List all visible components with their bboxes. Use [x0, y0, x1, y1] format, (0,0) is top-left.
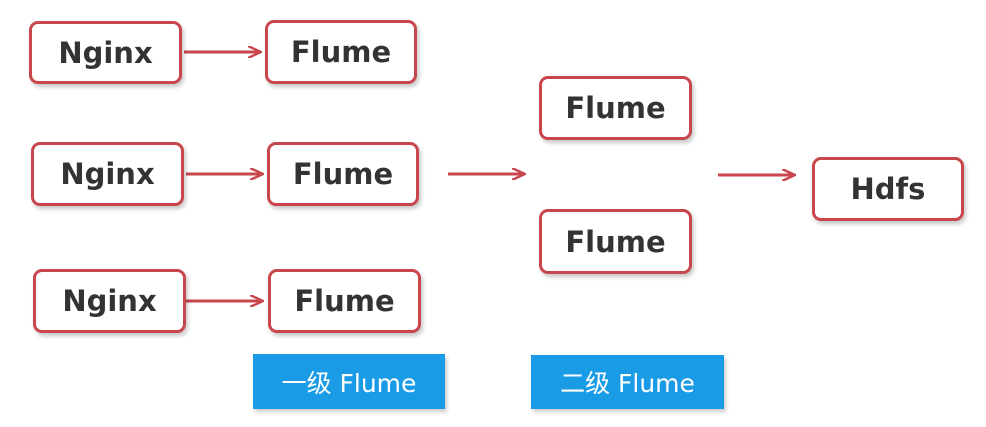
tier1-flume-node-1: Flume — [265, 20, 417, 84]
tier2-flume-node-1: Flume — [539, 76, 692, 140]
tier2-flume-node-2: Flume — [539, 209, 692, 274]
tier1-flume-label: 一级 Flume — [253, 354, 445, 409]
hdfs-node: Hdfs — [812, 157, 964, 221]
tier1-flume-node-2: Flume — [267, 142, 419, 206]
tier1-flume-node-3: Flume — [268, 269, 421, 333]
nginx-node-2: Nginx — [31, 142, 184, 206]
nginx-node-3: Nginx — [33, 269, 186, 333]
flume-pipeline-diagram: Nginx Nginx Nginx Flume Flume Flume Flum… — [0, 0, 986, 427]
nginx-node-1: Nginx — [29, 21, 182, 84]
tier2-flume-label: 二级 Flume — [531, 355, 724, 409]
